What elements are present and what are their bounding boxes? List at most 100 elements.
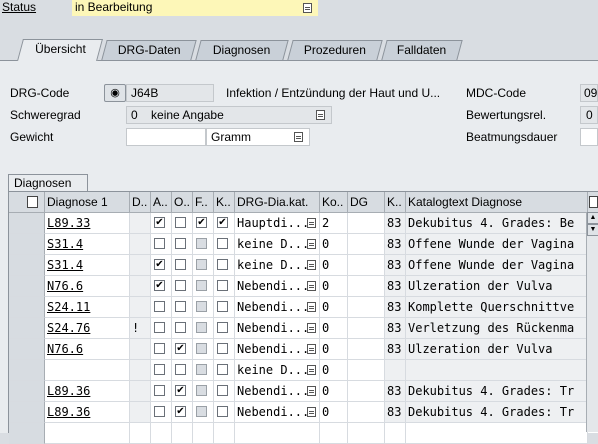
row-selector[interactable] (9, 339, 45, 360)
diagnose-code-link[interactable]: L89.33 (47, 216, 90, 230)
a-cell[interactable]: ✔ (151, 255, 172, 276)
dg-cell[interactable] (348, 339, 385, 360)
a-cell[interactable] (151, 339, 172, 360)
row-selector[interactable] (9, 402, 45, 423)
checkbox[interactable] (154, 385, 165, 396)
diagnose-code-cell[interactable] (45, 360, 130, 381)
ko-cell[interactable]: 0 (320, 255, 348, 276)
checkbox[interactable]: ✔ (154, 280, 165, 291)
dropdown-icon[interactable] (307, 407, 316, 417)
a-cell[interactable] (151, 318, 172, 339)
row-selector[interactable] (9, 297, 45, 318)
a-cell[interactable] (151, 381, 172, 402)
row-selector[interactable] (9, 213, 45, 234)
gewicht-input[interactable] (126, 128, 206, 146)
checkbox[interactable] (217, 259, 228, 270)
drg-dia-kat-cell[interactable]: Nebendi... (235, 402, 320, 423)
ko-cell[interactable]: 0 (320, 402, 348, 423)
diagnose-code-link[interactable]: L89.36 (47, 405, 90, 419)
dropdown-icon[interactable] (303, 3, 312, 13)
dropdown-icon[interactable] (307, 239, 316, 249)
ko-cell[interactable]: 0 (320, 339, 348, 360)
k-cell[interactable] (214, 360, 235, 381)
drg-dia-kat-cell[interactable]: Nebendi... (235, 339, 320, 360)
checkbox[interactable] (175, 301, 186, 312)
col-header-katalogtext[interactable]: Katalogtext Diagnose (406, 192, 588, 213)
checkbox[interactable] (154, 343, 165, 354)
diagnose-code-cell[interactable]: S31.4 (45, 255, 130, 276)
dg-cell[interactable] (348, 213, 385, 234)
checkbox[interactable] (217, 322, 228, 333)
status-field[interactable]: in Bearbeitung (72, 0, 318, 16)
checkbox[interactable] (175, 259, 186, 270)
checkbox[interactable] (154, 322, 165, 333)
checkbox[interactable] (154, 406, 165, 417)
dropdown-icon[interactable] (307, 365, 316, 375)
tab-diagnosen[interactable]: Diagnosen (195, 40, 289, 60)
drg-dia-kat-cell[interactable]: keine D... (235, 360, 320, 381)
tab-prozeduren[interactable]: Prozeduren (287, 40, 383, 60)
row-selector[interactable] (9, 234, 45, 255)
o-cell[interactable] (172, 360, 193, 381)
row-selector[interactable] (9, 423, 45, 444)
diagnose-code-cell[interactable]: L89.33 (45, 213, 130, 234)
col-header-kk[interactable]: K.. (385, 192, 406, 213)
drg-dia-kat-cell[interactable]: Nebendi... (235, 381, 320, 402)
beatmungsdauer-input[interactable] (580, 128, 598, 146)
o-cell[interactable] (172, 255, 193, 276)
diagnose-code-link[interactable]: S24.76 (47, 321, 90, 335)
o-cell[interactable]: ✔ (172, 381, 193, 402)
f-cell[interactable] (193, 318, 214, 339)
tab-falldaten[interactable]: Falldaten (381, 40, 463, 60)
checkbox[interactable]: ✔ (175, 343, 186, 354)
col-header-dg[interactable]: DG (348, 192, 385, 213)
diagnose-code-link[interactable]: S31.4 (47, 258, 83, 272)
dg-cell[interactable] (348, 255, 385, 276)
drg-dia-kat-cell[interactable]: Hauptdi... (235, 213, 320, 234)
ko-cell[interactable]: 0 (320, 318, 348, 339)
checkbox[interactable] (154, 364, 165, 375)
diagnose-code-cell[interactable]: S24.76 (45, 318, 130, 339)
f-cell[interactable] (193, 234, 214, 255)
checkbox[interactable]: ✔ (154, 259, 165, 270)
a-cell[interactable] (151, 402, 172, 423)
ko-cell[interactable]: 0 (320, 297, 348, 318)
checkbox[interactable] (217, 301, 228, 312)
dropdown-icon[interactable] (307, 302, 316, 312)
k-cell[interactable] (214, 276, 235, 297)
dg-cell[interactable] (348, 234, 385, 255)
row-selector[interactable] (9, 360, 45, 381)
dg-cell[interactable] (348, 402, 385, 423)
checkbox[interactable]: ✔ (154, 217, 165, 228)
dg-cell[interactable] (348, 381, 385, 402)
k-cell[interactable] (214, 402, 235, 423)
checkbox[interactable] (175, 322, 186, 333)
k-cell[interactable] (214, 339, 235, 360)
f-cell[interactable] (193, 255, 214, 276)
k-cell[interactable] (214, 234, 235, 255)
checkbox[interactable] (217, 364, 228, 375)
dg-cell[interactable] (348, 360, 385, 381)
row-selector[interactable] (9, 276, 45, 297)
o-cell[interactable]: ✔ (172, 402, 193, 423)
diagnose-code-link[interactable]: S31.4 (47, 237, 83, 251)
checkbox[interactable] (217, 238, 228, 249)
f-cell[interactable] (193, 339, 214, 360)
checkbox[interactable] (175, 280, 186, 291)
o-cell[interactable] (172, 234, 193, 255)
dropdown-icon[interactable] (307, 323, 316, 333)
checkbox[interactable]: ✔ (175, 385, 186, 396)
a-cell[interactable]: ✔ (151, 276, 172, 297)
diagnose-code-link[interactable]: L89.36 (47, 384, 90, 398)
row-selector[interactable] (9, 255, 45, 276)
scroll-down-button[interactable]: ▼ (587, 224, 598, 236)
col-header-diagnose[interactable]: Diagnose 1 (45, 192, 130, 213)
checkbox[interactable] (175, 364, 186, 375)
checkbox[interactable] (217, 385, 228, 396)
ko-cell[interactable]: 0 (320, 276, 348, 297)
checkbox[interactable] (154, 238, 165, 249)
f-cell[interactable]: ✔ (193, 213, 214, 234)
row-selector[interactable] (9, 318, 45, 339)
checkbox[interactable]: ✔ (196, 217, 207, 228)
col-header-a[interactable]: A.. (151, 192, 172, 213)
